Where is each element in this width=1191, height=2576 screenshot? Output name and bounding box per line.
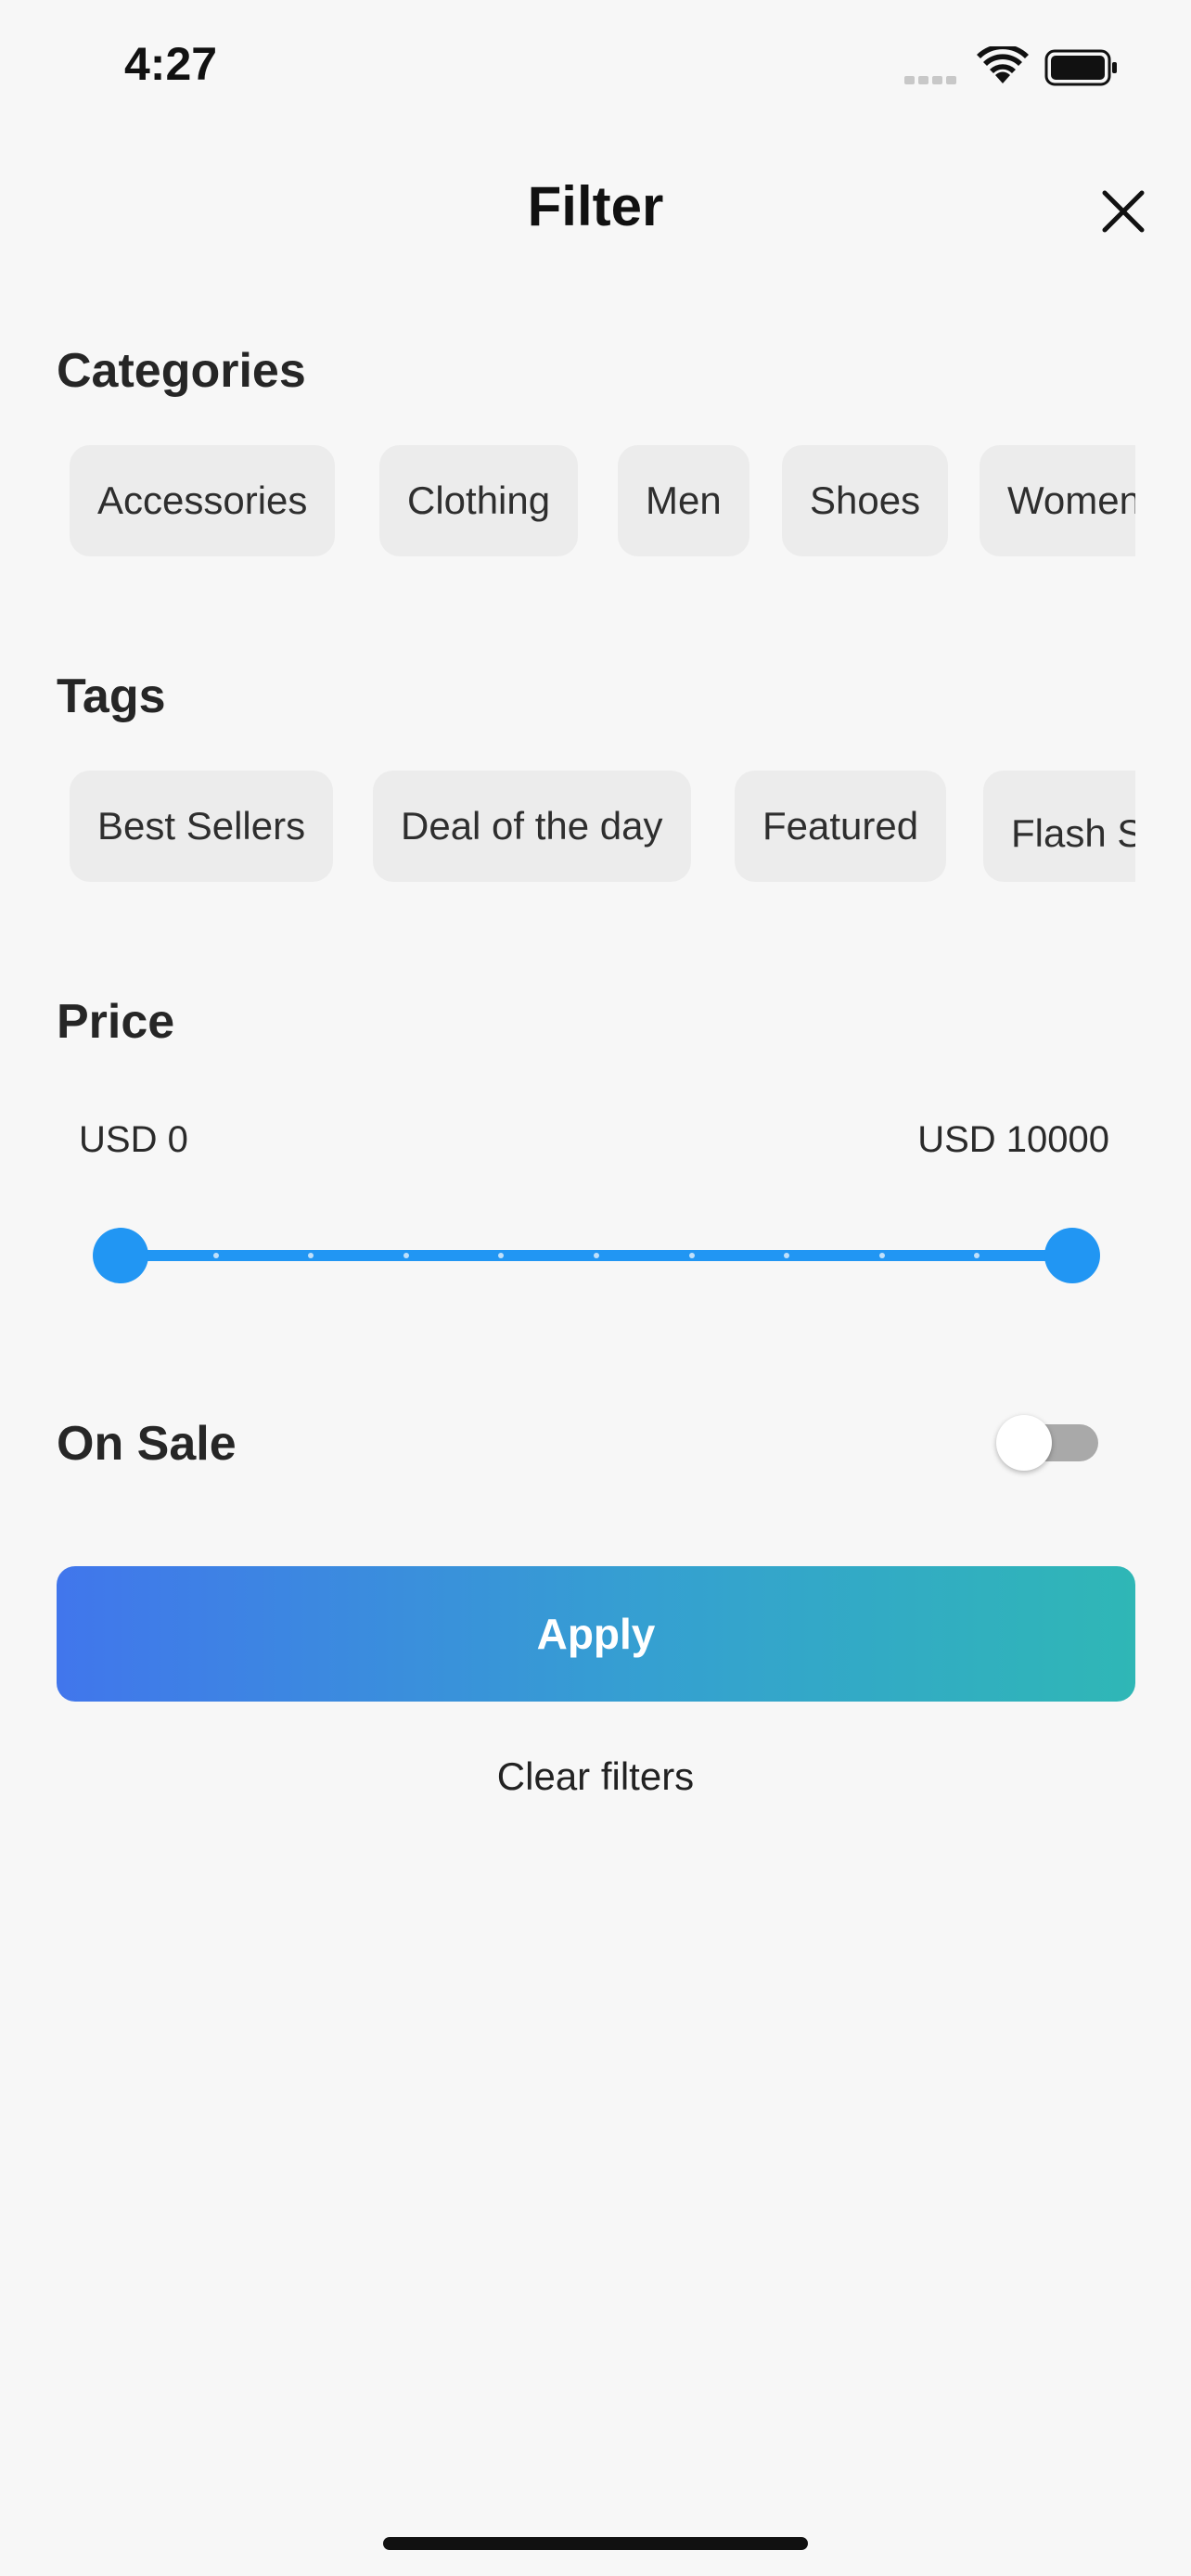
on-sale-toggle[interactable]	[996, 1415, 1100, 1471]
page-title: Filter	[527, 175, 664, 237]
slider-division-dot	[212, 1253, 219, 1258]
status-bar: 4:27	[0, 0, 1191, 139]
apply-button[interactable]: Apply	[57, 1566, 1135, 1702]
slider-division-dot	[878, 1253, 885, 1258]
tag-chip-flash-sale[interactable]: Flash Sale	[983, 771, 1135, 882]
filter-header: Filter	[0, 158, 1191, 260]
toggle-knob	[996, 1415, 1052, 1471]
categories-heading: Categories	[57, 344, 306, 398]
slider-division-dot	[403, 1253, 409, 1258]
clear-filters-link[interactable]: Clear filters	[0, 1754, 1191, 1799]
close-button[interactable]	[1097, 185, 1149, 237]
categories-chip-list[interactable]: Accessories Clothing Men Shoes Women	[57, 445, 1135, 560]
tags-heading: Tags	[57, 670, 166, 723]
tag-chip-deal-of-the-day[interactable]: Deal of the day	[373, 771, 691, 882]
status-time: 4:27	[124, 38, 218, 90]
close-icon	[1102, 190, 1145, 233]
wifi-icon	[977, 44, 1029, 87]
tag-chip-featured[interactable]: Featured	[735, 771, 947, 882]
slider-min-thumb[interactable]	[93, 1228, 148, 1283]
category-chip-shoes[interactable]: Shoes	[782, 445, 949, 556]
price-min-label: USD 0	[79, 1119, 188, 1160]
category-chip-accessories[interactable]: Accessories	[70, 445, 336, 556]
price-range-slider[interactable]	[93, 1222, 1100, 1287]
category-chip-women[interactable]: Women	[980, 445, 1135, 556]
slider-max-thumb[interactable]	[1044, 1228, 1100, 1283]
on-sale-label: On Sale	[57, 1417, 237, 1471]
cellular-signal-icon	[904, 72, 962, 84]
home-indicator	[383, 2537, 808, 2550]
slider-division-dot	[594, 1253, 599, 1258]
battery-icon	[1044, 48, 1119, 87]
tags-chip-list[interactable]: Best Sellers Deal of the day Featured Fl…	[57, 771, 1135, 886]
category-chip-men[interactable]: Men	[618, 445, 749, 556]
category-chip-clothing[interactable]: Clothing	[379, 445, 579, 556]
slider-division-dot	[688, 1253, 695, 1258]
price-max-label: USD 10000	[917, 1119, 1109, 1160]
price-heading: Price	[57, 995, 175, 1049]
tag-chip-best-sellers[interactable]: Best Sellers	[70, 771, 334, 882]
